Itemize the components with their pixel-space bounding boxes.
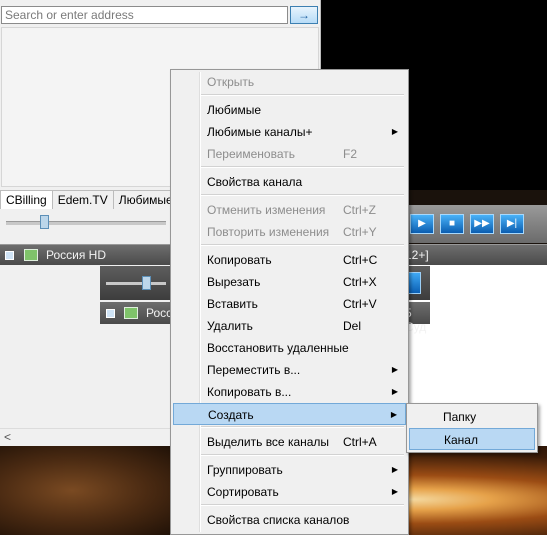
- menu-item-label: Создать: [208, 408, 254, 422]
- menu-item-shortcut: Ctrl+V: [343, 297, 377, 311]
- menu-item-7[interactable]: Копировать Ctrl+C: [173, 249, 406, 271]
- menu-item-3: Переименовать F2: [173, 143, 406, 165]
- menu-item-label: Свойства списка каналов: [207, 513, 350, 527]
- player2-seek-track[interactable]: [106, 282, 166, 285]
- menu-item-5: Отменить изменения Ctrl+Z: [173, 199, 406, 221]
- menu-item-shortcut: F2: [343, 147, 358, 161]
- menu-item-18[interactable]: Свойства списка каналов: [173, 509, 406, 531]
- menu-item-label: Сортировать: [207, 485, 279, 499]
- menu-item-label: Любимые: [207, 103, 261, 117]
- tab-favorites[interactable]: Любимые: [112, 190, 179, 209]
- menu-item-9[interactable]: Вставить Ctrl+V: [173, 293, 406, 315]
- menu-item-label: Вырезать: [207, 275, 261, 289]
- channel-name: Россия HD: [46, 248, 107, 262]
- menu-item-label: Любимые каналы+: [207, 125, 313, 139]
- submenu-item-label: Папку: [443, 410, 477, 424]
- menu-item-13[interactable]: Копировать в... ▶: [173, 381, 406, 403]
- arrow-right-icon: →: [298, 8, 310, 22]
- menu-item-1[interactable]: Любимые: [173, 99, 406, 121]
- menu-separator: [201, 166, 404, 168]
- player2-seek-thumb[interactable]: [142, 276, 151, 290]
- menu-item-15[interactable]: Выделить все каналы Ctrl+A: [173, 431, 406, 453]
- go-button[interactable]: →: [290, 6, 318, 24]
- menu-item-shortcut: Ctrl+Y: [343, 225, 377, 239]
- menu-separator: [201, 426, 404, 428]
- tab-bar: CBilling Edem.TV Любимые: [0, 190, 179, 210]
- menu-item-16[interactable]: Группировать ▶: [173, 459, 406, 481]
- menu-item-shortcut: Ctrl+A: [343, 435, 377, 449]
- square-icon: [106, 309, 115, 318]
- menu-item-label: Переименовать: [207, 147, 295, 161]
- submenu-arrow-icon: ▶: [391, 387, 398, 396]
- seek-track[interactable]: [6, 221, 166, 225]
- menu-item-8[interactable]: Вырезать Ctrl+X: [173, 271, 406, 293]
- menu-separator: [201, 454, 404, 456]
- play-button[interactable]: ▶: [410, 214, 434, 234]
- menu-item-12[interactable]: Переместить в... ▶: [173, 359, 406, 381]
- submenu-arrow-icon: ▶: [391, 487, 398, 496]
- menu-item-11[interactable]: Восстановить удаленные: [173, 337, 406, 359]
- menu-item-label: Удалить: [207, 319, 253, 333]
- address-input[interactable]: Search or enter address: [1, 6, 288, 24]
- menu-item-14[interactable]: Создать ▶: [173, 403, 406, 425]
- stop-button[interactable]: ■: [440, 214, 464, 234]
- menu-item-2[interactable]: Любимые каналы+ ▶: [173, 121, 406, 143]
- menu-item-shortcut: Ctrl+Z: [343, 203, 376, 217]
- submenu-arrow-icon: ▶: [390, 410, 397, 419]
- menu-item-label: Восстановить удаленные: [207, 341, 349, 355]
- submenu-item-label: Канал: [444, 433, 478, 447]
- menu-item-10[interactable]: Удалить Del: [173, 315, 406, 337]
- menu-item-shortcut: Ctrl+C: [343, 253, 378, 267]
- submenu-arrow-icon: ▶: [391, 365, 398, 374]
- menu-item-label: Переместить в...: [207, 363, 301, 377]
- player2-channel-name: Росс: [146, 306, 173, 320]
- menu-item-label: Группировать: [207, 463, 283, 477]
- submenu-arrow-icon: ▶: [391, 465, 398, 474]
- menu-item-label: Копировать в...: [207, 385, 292, 399]
- seek-thumb[interactable]: [40, 215, 49, 229]
- menu-separator: [201, 94, 404, 96]
- menu-item-6: Повторить изменения Ctrl+Y: [173, 221, 406, 243]
- video-frame-dark: [0, 446, 180, 535]
- create-submenu: Папку Канал: [406, 403, 538, 453]
- menu-item-label: Повторить изменения: [207, 225, 330, 239]
- context-menu: Открыть Любимые Любимые каналы+ ▶ Переименов…: [170, 69, 409, 535]
- menu-item-label: Свойства канала: [207, 175, 303, 189]
- menu-item-0: Открыть: [173, 71, 406, 93]
- menu-separator: [201, 194, 404, 196]
- menu-item-label: Выделить все каналы: [207, 435, 330, 449]
- next-button[interactable]: ▶|: [500, 214, 524, 234]
- menu-item-shortcut: Del: [343, 319, 362, 333]
- submenu-arrow-icon: ▶: [391, 127, 398, 136]
- menu-item-label: Отменить изменения: [207, 203, 326, 217]
- fast-forward-button[interactable]: ▶▶: [470, 214, 494, 234]
- scroll-left-icon[interactable]: <: [4, 430, 11, 444]
- menu-item-17[interactable]: Сортировать ▶: [173, 481, 406, 503]
- submenu-item-folder[interactable]: Папку: [409, 406, 535, 428]
- tv-icon: [124, 307, 138, 319]
- menu-item-label: Открыть: [207, 75, 255, 89]
- menu-separator: [201, 504, 404, 506]
- menu-separator: [201, 244, 404, 246]
- tv-icon: [24, 249, 38, 261]
- square-icon: [5, 251, 14, 260]
- tab-cbilling[interactable]: CBilling: [0, 190, 53, 209]
- menu-item-4[interactable]: Свойства канала: [173, 171, 406, 193]
- tab-edem-tv[interactable]: Edem.TV: [51, 190, 114, 209]
- submenu-item-channel[interactable]: Канал: [409, 428, 535, 450]
- menu-item-label: Копировать: [207, 253, 272, 267]
- menu-item-shortcut: Ctrl+X: [343, 275, 377, 289]
- menu-item-label: Вставить: [207, 297, 258, 311]
